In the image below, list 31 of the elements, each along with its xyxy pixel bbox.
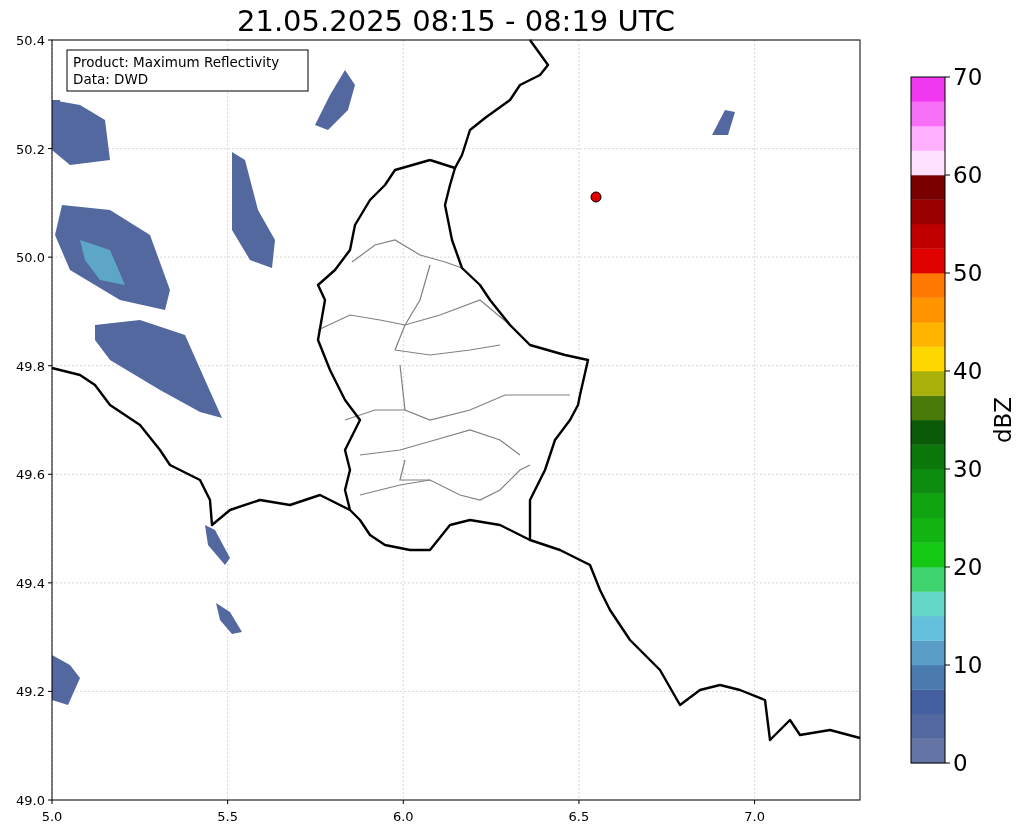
y-tick-label: 49.6 xyxy=(16,467,45,483)
colorbar-tick-label: 0 xyxy=(953,750,968,776)
x-tick-label: 6.0 xyxy=(392,809,414,824)
colorbar-tick-label: 50 xyxy=(953,260,983,286)
info-text: Data: DWD xyxy=(73,71,149,87)
radar-echo xyxy=(712,110,735,135)
chart-title: 21.05.2025 08:15 - 08:19 UTC xyxy=(237,4,675,38)
radar-echo xyxy=(205,525,230,565)
x-tick-label: 5.5 xyxy=(217,809,238,824)
location-marker xyxy=(590,191,602,203)
y-tick-label: 49.4 xyxy=(16,575,45,591)
radar-echo xyxy=(315,70,355,130)
x-tick-label: 6.5 xyxy=(568,809,590,824)
colorbar-tick-label: 70 xyxy=(953,64,983,90)
colorbar-tick-label: 40 xyxy=(953,358,983,384)
radar-echo xyxy=(52,655,80,705)
y-tick-label: 49.2 xyxy=(16,684,45,700)
colorbar-tick-label: 10 xyxy=(953,652,983,678)
radar-echo xyxy=(216,603,242,634)
colorbar-tick-label: 20 xyxy=(953,554,983,580)
y-tick-label: 49.8 xyxy=(16,358,45,374)
y-tick-label: 50.2 xyxy=(16,141,45,157)
x-tick-label: 5.0 xyxy=(41,809,63,824)
y-tick-label: 50.0 xyxy=(16,250,45,266)
info-text: Product: Maximum Reflectivity xyxy=(73,54,280,70)
y-tick-label: 49.0 xyxy=(16,793,45,808)
colorbar-tick-label: 60 xyxy=(953,162,983,188)
colorbar-tick-label: 30 xyxy=(953,456,983,482)
y-tick-label: 50.4 xyxy=(16,33,45,48)
x-tick-label: 7.0 xyxy=(744,809,765,824)
colorbar-label: dBZ xyxy=(990,396,1016,444)
